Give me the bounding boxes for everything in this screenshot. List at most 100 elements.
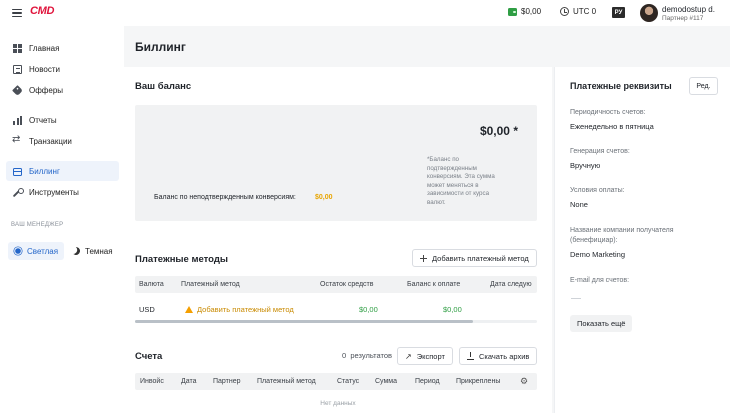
sidebar-item-label: Главная — [29, 43, 60, 53]
remaining-cell: $0,00 — [359, 305, 378, 314]
column-header: Период — [415, 378, 440, 385]
export-label: Экспорт — [416, 351, 445, 361]
export-button[interactable]: ↗ Экспорт — [397, 347, 453, 365]
sidebar-item-tools[interactable]: Инструменты — [6, 182, 119, 202]
sidebar-item-label: Отчеты — [29, 115, 57, 125]
field-value: Еженедельно в пятница — [570, 122, 654, 131]
currency-cell: USD — [139, 305, 155, 314]
field-value-empty — [571, 298, 581, 300]
wallet-icon — [508, 7, 517, 16]
empty-state: Нет данных — [320, 400, 356, 407]
main-area: Биллинг Ваш баланс $0,00 * *Баланс по по… — [124, 26, 730, 413]
theme-dark-toggle[interactable]: Темная — [72, 242, 113, 260]
header-balance[interactable]: $0,00 — [508, 7, 541, 16]
manager-label: ВАШ МЕНЕДЖЕР — [11, 222, 64, 228]
sidebar-item-transactions[interactable]: Транзакции — [6, 131, 119, 151]
payment-methods-heading: Платежные методы — [135, 254, 229, 265]
avatar[interactable] — [640, 4, 658, 22]
moon-icon — [71, 246, 81, 256]
column-header: Платежный метод — [257, 378, 316, 385]
balance-heading: Ваш баланс — [135, 81, 192, 92]
unconfirmed-label: Баланс по неподтвержденным конверсиям: — [154, 194, 296, 201]
chart-icon — [13, 115, 22, 125]
to-pay-cell: $0,00 — [443, 305, 462, 314]
edit-button[interactable]: Ред. — [689, 77, 718, 95]
credit-card-icon — [13, 167, 22, 176]
field-value: Demo Marketing — [570, 250, 626, 259]
hamburger-menu-icon[interactable] — [12, 9, 22, 17]
balance-amount: $0,00 * — [479, 124, 518, 138]
field-label: Название компании получателя (бенефициар… — [570, 227, 674, 244]
theme-light-toggle[interactable]: Светлая — [8, 242, 65, 260]
export-arrow-icon: ↗ — [405, 351, 412, 361]
column-header: Прикреплены — [456, 378, 501, 385]
clock-icon — [560, 7, 569, 16]
download-icon — [467, 352, 474, 360]
column-header: Сумма — [375, 378, 397, 385]
timezone-value: UTC 0 — [573, 7, 597, 16]
balance-card: $0,00 * *Баланс по подтвержденным конвер… — [135, 105, 537, 221]
column-header: Остаток средств — [320, 281, 374, 288]
sidebar-item-label: Офферы — [29, 85, 64, 95]
download-archive-button[interactable]: Скачать архив — [459, 347, 538, 365]
sidebar-item-news[interactable]: Новости — [6, 59, 119, 79]
column-header: Баланс к оплате — [407, 281, 461, 288]
add-payment-method-link[interactable]: Добавить платежный метод — [185, 305, 294, 314]
user-name[interactable]: demodostup d. — [662, 5, 715, 14]
column-header: Валюта — [139, 281, 164, 288]
field-label: Генерация счетов: — [570, 148, 630, 155]
language-selector[interactable]: РУ — [612, 7, 625, 18]
timezone-selector[interactable]: UTC 0 — [560, 7, 596, 16]
tag-icon — [12, 84, 23, 96]
column-header: Партнер — [213, 378, 241, 385]
column-header: Дата следую — [490, 281, 532, 288]
dashboard-icon — [13, 43, 22, 53]
invoices-heading: Счета — [135, 351, 163, 362]
sidebar-item-dashboard[interactable]: Главная — [6, 38, 119, 58]
column-header: Платежный метод — [181, 281, 240, 288]
table-row: USD Добавить платежный метод $0,00 $0,00 — [135, 299, 537, 319]
wrench-icon — [13, 187, 24, 197]
gear-icon[interactable]: ⚙ — [520, 377, 528, 387]
field-label: Периодичность счетов: — [570, 109, 646, 116]
payment-requisites-panel: Платежные реквизиты Ред. Периодичность с… — [554, 67, 730, 413]
field-label: E-mail для счетов: — [570, 277, 630, 284]
sidebar-item-offers[interactable]: Офферы — [6, 80, 119, 100]
requisites-title: Платежные реквизиты — [570, 81, 672, 91]
download-archive-label: Скачать архив — [479, 351, 530, 361]
unconfirmed-value: $0,00 — [315, 194, 333, 201]
results-count: 0 результатов — [342, 351, 393, 360]
sidebar-item-reports[interactable]: Отчеты — [6, 110, 119, 130]
theme-dark-label: Темная — [85, 246, 113, 256]
add-payment-method-label: Добавить платежный метод — [432, 253, 529, 263]
sidebar-item-label: Транзакции — [29, 136, 72, 146]
sidebar: Главная Новости Офферы Отчеты Транзакции… — [0, 26, 124, 413]
transactions-icon — [12, 134, 22, 146]
field-label: Условия оплаты: — [570, 187, 625, 194]
logo[interactable]: CMD — [30, 5, 54, 17]
payment-methods-table-header: Валюта Платежный метод Остаток средств Б… — [135, 276, 537, 293]
column-header: Инвойс — [140, 378, 164, 385]
add-payment-method-button[interactable]: Добавить платежный метод — [412, 249, 537, 267]
sidebar-item-label: Новости — [29, 64, 60, 74]
show-more-button[interactable]: Показать ещё — [570, 315, 633, 332]
billing-content: Ваш баланс $0,00 * *Баланс по подтвержде… — [124, 67, 552, 413]
field-value: None — [570, 200, 588, 209]
sidebar-item-label: Биллинг — [29, 166, 60, 176]
page-title: Биллинг — [135, 40, 186, 54]
warning-icon — [185, 306, 193, 313]
field-value: Вручную — [570, 161, 601, 170]
column-header: Дата — [181, 378, 197, 385]
balance-note: *Баланс по подтвержденным конверсиям. Эт… — [427, 156, 495, 206]
sun-icon — [15, 248, 21, 254]
sidebar-item-billing[interactable]: Биллинг — [6, 161, 119, 181]
news-icon — [13, 64, 22, 74]
invoices-table-header: Инвойс Дата Партнер Платежный метод Стат… — [135, 373, 537, 390]
horizontal-scrollbar[interactable] — [135, 320, 473, 323]
user-partner-id: Партнер #117 — [662, 15, 704, 22]
header-balance-value: $0,00 — [521, 7, 542, 16]
theme-light-label: Светлая — [27, 246, 59, 256]
sidebar-item-label: Инструменты — [29, 187, 79, 197]
plus-icon — [420, 254, 427, 262]
column-header: Статус — [337, 378, 360, 385]
